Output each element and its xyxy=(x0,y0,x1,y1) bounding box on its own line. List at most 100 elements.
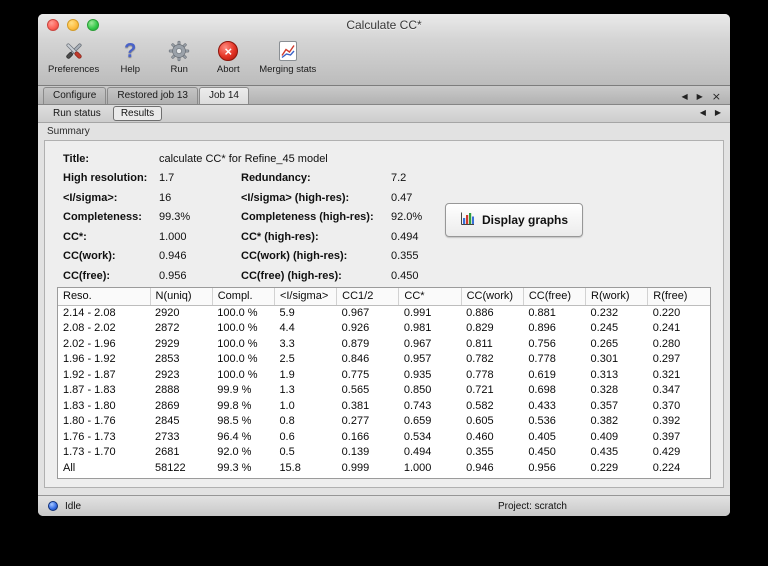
results-column-header[interactable]: N(uniq) xyxy=(150,288,213,306)
table-cell: 0.778 xyxy=(528,353,556,366)
window-chrome: Calculate CC* Preferences ? Help Run × A… xyxy=(38,14,730,86)
summary-label: CC(work): xyxy=(63,250,116,263)
toolbar-button-preferences[interactable]: Preferences xyxy=(48,38,99,75)
table-cell: 0.382 xyxy=(590,415,619,428)
table-cell: 2.14 - 2.08 xyxy=(63,307,116,319)
table-cell: 58122 xyxy=(155,461,186,474)
tab-scroll-left-icon[interactable]: ◀ xyxy=(681,92,687,101)
table-cell: 98.5 % xyxy=(217,415,252,428)
results-column-header[interactable]: CC1/2 xyxy=(336,288,400,306)
results-column-header[interactable]: Reso. xyxy=(58,288,151,306)
table-cell: 2.5 xyxy=(279,353,295,366)
table-cell: 0.460 xyxy=(466,430,494,443)
summary-label: Title: xyxy=(63,152,90,165)
table-cell: 0.935 xyxy=(403,368,432,381)
table-cell: 0.241 xyxy=(652,322,681,335)
results-column-header[interactable]: CC(work) xyxy=(461,288,524,306)
table-cell: 0.301 xyxy=(590,353,619,366)
toolbar-label: Run xyxy=(170,64,188,75)
table-cell: 2733 xyxy=(155,430,180,443)
table-cell: 3.3 xyxy=(279,337,295,350)
zoom-button[interactable] xyxy=(87,19,99,31)
table-row[interactable]: 1.92 - 1.87 2923 100.0 % 1.9 0.775 0.935 0.778… xyxy=(58,367,710,383)
results-column-header[interactable]: CC(free) xyxy=(523,288,587,306)
table-cell: 1.83 - 1.80 xyxy=(63,399,116,412)
tab-scroll-right-icon[interactable]: ▶ xyxy=(697,92,703,101)
table-cell: 0.409 xyxy=(590,430,619,443)
subtab-run-status[interactable]: Run status xyxy=(46,107,108,120)
table-cell: 99.8 % xyxy=(217,399,252,412)
table-row[interactable]: 1.96 - 1.92 2853 100.0 % 2.5 0.846 0.957 0.782… xyxy=(58,352,710,368)
tab-configure[interactable]: Configure xyxy=(43,87,107,104)
results-column-header[interactable]: Compl. xyxy=(212,288,275,306)
subtab-scroll-left-icon[interactable]: ◀ xyxy=(700,108,706,117)
table-cell: 1.73 - 1.70 xyxy=(63,446,116,459)
tab-restored-job-13[interactable]: Restored job 13 xyxy=(107,87,198,104)
table-cell: 0.829 xyxy=(466,322,494,335)
table-row[interactable]: 2.02 - 1.96 2929 100.0 % 3.3 0.879 0.967 0.811… xyxy=(58,336,710,352)
table-row[interactable]: 2.08 - 2.02 2872 100.0 % 4.4 0.926 0.981 0.829… xyxy=(58,321,710,337)
traffic-lights xyxy=(47,19,99,31)
table-row[interactable]: 1.87 - 1.83 2888 99.9 % 1.3 0.565 0.850 0.721 0… xyxy=(58,383,710,399)
results-column-header[interactable]: CC* xyxy=(398,288,462,306)
toolbar-button-merging-stats[interactable]: Merging stats xyxy=(259,38,316,75)
toolbar: Preferences ? Help Run × Abort Merging s… xyxy=(38,36,730,85)
summary-label: <I/sigma>: xyxy=(63,191,118,204)
table-cell: 0.991 xyxy=(403,307,432,319)
toolbar-button-abort[interactable]: × Abort xyxy=(210,38,246,75)
table-row[interactable]: 1.83 - 1.80 2869 99.8 % 1.0 0.381 0.743 0.582 0… xyxy=(58,398,710,414)
table-row[interactable]: 1.73 - 1.70 2681 92.0 % 0.5 0.139 0.494 0.355 0… xyxy=(58,445,710,461)
table-cell: 0.245 xyxy=(590,322,619,335)
subtab-scroll-right-icon[interactable]: ▶ xyxy=(715,108,721,117)
table-cell: 0.321 xyxy=(652,368,681,381)
table-row[interactable]: 2.14 - 2.08 2920 100.0 % 5.9 0.967 0.991 0.886… xyxy=(58,305,710,321)
titlebar[interactable]: Calculate CC* xyxy=(38,14,730,36)
table-cell: 0.6 xyxy=(279,430,295,443)
toolbar-button-run[interactable]: Run xyxy=(161,38,197,75)
table-cell: 2920 xyxy=(155,307,180,319)
table-cell: 92.0 % xyxy=(217,446,252,459)
table-cell: 1.3 xyxy=(279,384,295,397)
close-button[interactable] xyxy=(47,19,59,31)
subtab-results[interactable]: Results xyxy=(112,106,163,121)
results-table-body: 2.14 - 2.08 2920 100.0 % 5.9 0.967 0.991 0.886… xyxy=(58,305,710,476)
tab-close-icon[interactable]: × xyxy=(712,91,721,102)
table-row[interactable]: All 58122 99.3 % 15.8 0.999 1.000 0.946 0.956 0.… xyxy=(58,460,710,476)
summary-label: Redundancy: xyxy=(241,172,311,185)
tab-job-14[interactable]: Job 14 xyxy=(198,87,249,104)
table-cell: 0.605 xyxy=(466,415,494,428)
results-column-header[interactable]: <I/sigma> xyxy=(274,288,338,306)
results-table-scroll-area[interactable]: Reso. N(uniq) Compl. <I/sigma> CC1/2 CC* CC(wo… xyxy=(57,287,711,479)
table-cell: 0.946 xyxy=(466,461,494,474)
table-cell: 100.0 % xyxy=(217,307,258,319)
table-row[interactable]: 1.80 - 1.76 2845 98.5 % 0.8 0.277 0.659 0.605 0… xyxy=(58,414,710,430)
results-column-header[interactable]: R(work) xyxy=(585,288,649,306)
table-cell: 1.000 xyxy=(403,461,432,474)
summary-value: 0.47 xyxy=(391,191,413,204)
summary-value: 0.450 xyxy=(391,269,419,282)
table-cell: 0.357 xyxy=(590,399,619,412)
table-cell: 0.721 xyxy=(466,384,494,397)
table-cell: 100.0 % xyxy=(217,322,258,335)
table-cell: 2888 xyxy=(155,384,180,397)
abort-x-glyph: × xyxy=(224,43,233,59)
table-cell: 0.229 xyxy=(590,461,619,474)
table-cell: 0.370 xyxy=(652,399,681,412)
summary-label: High resolution: xyxy=(63,172,148,185)
table-cell: 0.565 xyxy=(341,384,370,397)
table-cell: 0.619 xyxy=(528,368,556,381)
toolbar-label: Abort xyxy=(216,64,240,75)
results-column-header[interactable]: R(free) xyxy=(647,288,710,306)
table-cell: 0.392 xyxy=(652,415,681,428)
toolbar-label: Merging stats xyxy=(259,64,317,75)
table-cell: 0.981 xyxy=(403,322,432,335)
table-cell: 0.433 xyxy=(528,399,556,412)
display-graphs-button[interactable]: Display graphs xyxy=(445,203,584,237)
summary-label: CC(free): xyxy=(63,269,111,282)
table-cell: 0.582 xyxy=(466,399,494,412)
table-row[interactable]: 1.76 - 1.73 2733 96.4 % 0.6 0.166 0.534 0.460 0… xyxy=(58,429,710,445)
display-graphs-label: Display graphs xyxy=(482,213,569,227)
toolbar-button-help[interactable]: ? Help xyxy=(112,38,148,75)
table-cell: 0.967 xyxy=(403,337,432,350)
minimize-button[interactable] xyxy=(67,19,79,31)
